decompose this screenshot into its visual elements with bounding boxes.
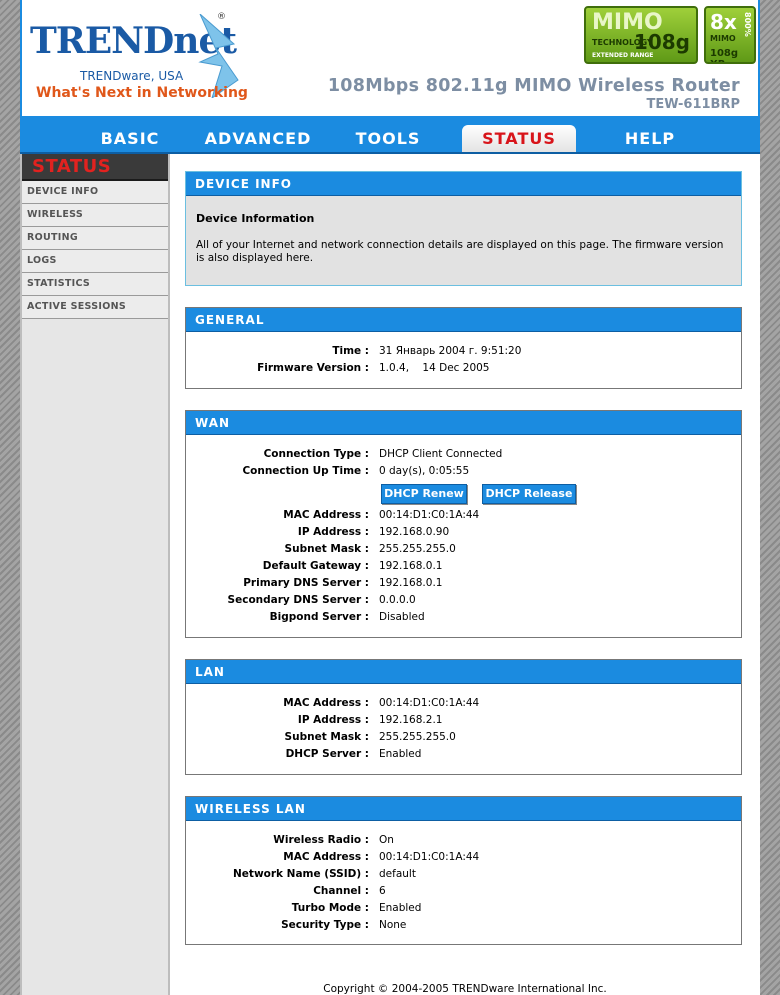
mimo-badge: MIMO TECHNOLOGY 108g EXTENDED RANGE — [584, 6, 698, 64]
device-info-section: DEVICE INFO Device Information All of yo… — [185, 171, 742, 286]
product-model: TEW-611BRP — [646, 97, 740, 112]
general-section: GENERAL Time : 31 Январь 2004 г. 9:51:20… — [185, 307, 742, 389]
info-row-primary-dns: Primary DNS Server : 192.168.0.1 — [243, 577, 443, 589]
info-row-wireless-radio: Wireless Radio : On — [273, 834, 394, 846]
router-page: TRENDnet ® TRENDware, USA What's Next in… — [20, 0, 760, 995]
wan-heading: WAN — [186, 411, 741, 435]
8x-badge: 8x 800% MIMO 108g XR — [704, 6, 756, 64]
info-row-lan-subnet: Subnet Mask : 255.255.255.0 — [284, 731, 456, 743]
sidebar-item-logs[interactable]: LOGS — [22, 250, 168, 273]
info-row-channel: Channel : 6 — [313, 885, 386, 897]
device-info-heading: DEVICE INFO — [186, 172, 741, 196]
info-row-dhcp-server: DHCP Server : Enabled — [285, 748, 422, 760]
wireless-lan-heading: WIRELESS LAN — [186, 797, 741, 821]
tab-basic[interactable]: BASIC — [78, 125, 182, 152]
info-row-secondary-dns: Secondary DNS Server : 0.0.0.0 — [227, 594, 416, 606]
sidebar-item-statistics[interactable]: STATISTICS — [22, 273, 168, 296]
sidebar-item-routing[interactable]: ROUTING — [22, 227, 168, 250]
info-row-bigpond-server: Bigpond Server : Disabled — [269, 611, 425, 623]
info-row-ip-address: IP Address : 192.168.0.90 — [297, 526, 450, 538]
lan-heading: LAN — [186, 660, 741, 684]
device-info-title: Device Information — [196, 212, 315, 225]
sidebar-item-wireless[interactable]: WIRELESS — [22, 204, 168, 227]
wan-section: WAN Connection Type : DHCP Client Connec… — [185, 410, 742, 638]
sidebar-item-device-info[interactable]: DEVICE INFO — [22, 181, 168, 204]
info-row-ssid: Network Name (SSID) : default — [233, 868, 416, 880]
info-row-lan-mac: MAC Address : 00:14:D1:C0:1A:44 — [283, 697, 480, 709]
info-row-connection-type: Connection Type : DHCP Client Connected — [263, 448, 503, 460]
info-row-mac-address: MAC Address : 00:14:D1:C0:1A:44 — [283, 509, 480, 521]
tab-status[interactable]: STATUS — [462, 125, 576, 152]
tab-advanced[interactable]: ADVANCED — [192, 125, 324, 152]
device-info-text: All of your Internet and network connect… — [196, 239, 724, 264]
header: TRENDnet ® TRENDware, USA What's Next in… — [20, 0, 760, 118]
tab-help[interactable]: HELP — [600, 125, 700, 152]
copyright-footer: Copyright © 2004-2005 TRENDware Internat… — [323, 983, 607, 995]
main-nav: BASIC ADVANCED TOOLS STATUS HELP — [20, 118, 760, 154]
dhcp-renew-button[interactable]: DHCP Renew — [381, 484, 467, 504]
info-row-default-gateway: Default Gateway : 192.168.0.1 — [262, 560, 443, 572]
lan-section: LAN MAC Address : 00:14:D1:C0:1A:44 IP A… — [185, 659, 742, 775]
info-row-security-type: Security Type : None — [281, 919, 407, 931]
product-title: 108Mbps 802.11g MIMO Wireless Router — [327, 76, 740, 96]
sidebar: STATUS DEVICE INFO WIRELESS ROUTING LOGS… — [20, 154, 170, 995]
brand-tagline: What's Next in Networking — [36, 85, 248, 101]
info-row-wlan-mac: MAC Address : 00:14:D1:C0:1A:44 — [283, 851, 480, 863]
wireless-lan-section: WIRELESS LAN Wireless Radio : On MAC Add… — [185, 796, 742, 945]
info-row-turbo-mode: Turbo Mode : Enabled — [291, 902, 422, 914]
info-row-firmware: Firmware Version : 1.0.4, 14 Dec 2005 — [257, 362, 490, 374]
info-row-connection-up-time: Connection Up Time : 0 day(s), 0:05:55 — [242, 465, 470, 477]
info-row-lan-ip: IP Address : 192.168.2.1 — [297, 714, 443, 726]
sidebar-title: STATUS — [32, 156, 112, 177]
general-heading: GENERAL — [186, 308, 741, 332]
info-row-time: Time : 31 Январь 2004 г. 9:51:20 — [332, 345, 522, 357]
sidebar-item-active-sessions[interactable]: ACTIVE SESSIONS — [22, 296, 168, 319]
brand-subtitle: TRENDware, USA — [80, 69, 184, 83]
dhcp-release-button[interactable]: DHCP Release — [482, 484, 576, 504]
info-row-subnet-mask: Subnet Mask : 255.255.255.0 — [284, 543, 456, 555]
tab-tools[interactable]: TOOLS — [338, 125, 438, 152]
main-content: DEVICE INFO Device Information All of yo… — [170, 154, 760, 995]
sidebar-header: STATUS — [22, 154, 168, 181]
